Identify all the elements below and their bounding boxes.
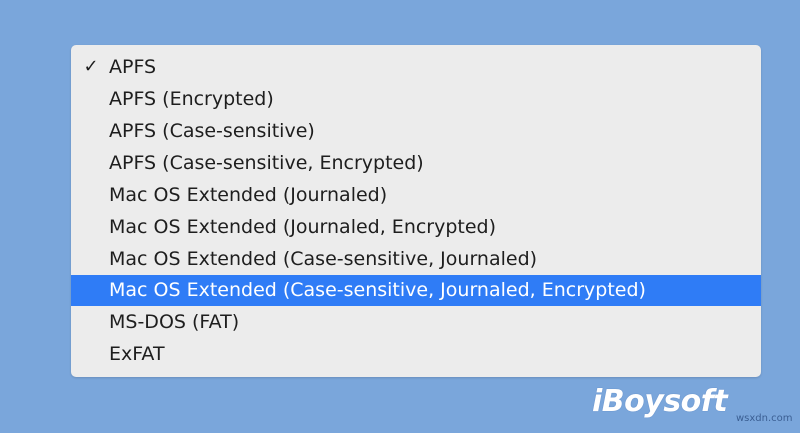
menu-item-label: APFS — [109, 56, 157, 78]
menu-item-mac-os-extended-journaled-encrypted[interactable]: Mac OS Extended (Journaled, Encrypted) — [71, 211, 761, 243]
menu-item-label: APFS (Case-sensitive, Encrypted) — [109, 152, 424, 174]
menu-item-mac-os-extended-case-sensitive-journaled-encrypted[interactable]: Mac OS Extended (Case-sensitive, Journal… — [71, 275, 761, 306]
checkmark-icon: ✓ — [83, 56, 99, 77]
menu-item-label: Mac OS Extended (Journaled, Encrypted) — [109, 216, 497, 238]
site-watermark: wsxdn.com — [736, 413, 793, 424]
menu-item-label: Mac OS Extended (Journaled) — [109, 184, 388, 206]
menu-item-label: APFS (Encrypted) — [109, 88, 274, 110]
menu-item-label: Mac OS Extended (Case-sensitive, Journal… — [109, 279, 646, 301]
menu-item-ms-dos-fat[interactable]: MS-DOS (FAT) — [71, 306, 761, 338]
iboysoft-logo: iBoysoft — [592, 384, 728, 419]
format-dropdown-menu: ✓ APFS APFS (Encrypted) APFS (Case-sensi… — [71, 45, 761, 377]
menu-item-apfs-case-sensitive[interactable]: APFS (Case-sensitive) — [71, 115, 761, 147]
menu-item-mac-os-extended-case-sensitive-journaled[interactable]: Mac OS Extended (Case-sensitive, Journal… — [71, 243, 761, 275]
menu-item-exfat[interactable]: ExFAT — [71, 338, 761, 370]
menu-item-apfs-encrypted[interactable]: APFS (Encrypted) — [71, 83, 761, 115]
menu-item-apfs-case-sensitive-encrypted[interactable]: APFS (Case-sensitive, Encrypted) — [71, 147, 761, 179]
menu-item-label: Mac OS Extended (Case-sensitive, Journal… — [109, 248, 538, 270]
menu-item-apfs[interactable]: ✓ APFS — [71, 51, 761, 83]
menu-item-mac-os-extended-journaled[interactable]: Mac OS Extended (Journaled) — [71, 179, 761, 211]
menu-item-label: MS-DOS (FAT) — [109, 311, 240, 333]
menu-item-label: ExFAT — [109, 343, 165, 365]
menu-item-label: APFS (Case-sensitive) — [109, 120, 315, 142]
